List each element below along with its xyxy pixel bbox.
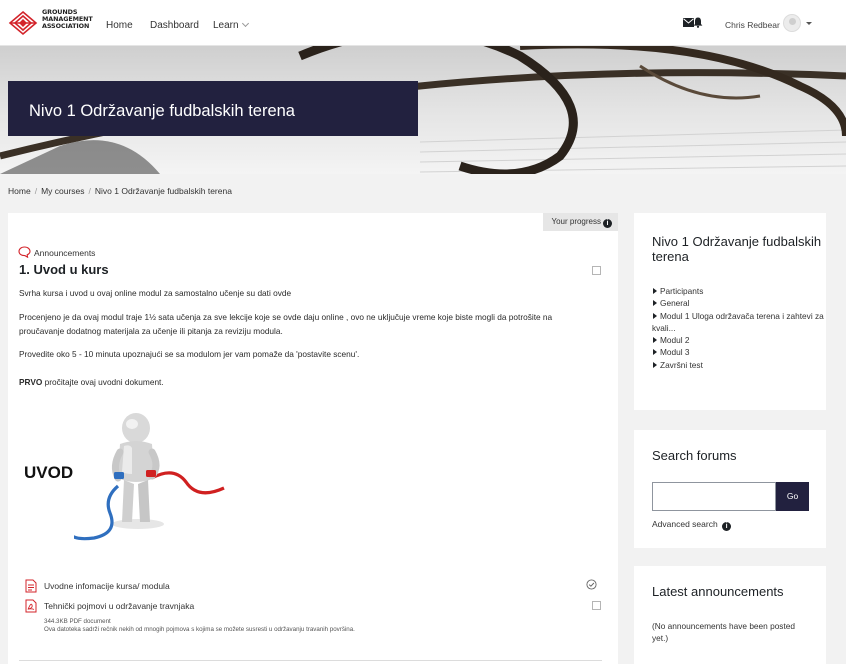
top-navbar: GROUNDS MANAGEMENT ASSOCIATION Home Dash… (0, 0, 846, 46)
intro-paragraph-1: Svrha kursa i uvod u ovaj online modul z… (19, 288, 292, 298)
go-button[interactable]: Go (776, 482, 809, 511)
activity-checkbox[interactable] (592, 601, 601, 610)
course-navigation-block: Nivo 1 Održavanje fudbalskih terena Part… (634, 213, 826, 410)
logo-text: GROUNDS MANAGEMENT ASSOCIATION (42, 8, 93, 31)
intro-paragraph-4: PRVO pročitajte ovaj uvodni dokument. (19, 375, 599, 389)
info-icon[interactable]: i (722, 522, 732, 531)
course-title-banner: Nivo 1 Održavanje fudbalskih terena (8, 81, 418, 136)
uvod-figure-image (74, 413, 225, 541)
divider (19, 660, 602, 661)
tree-item-final-test[interactable]: Završni test (652, 359, 824, 371)
search-input[interactable] (652, 482, 776, 511)
document-icon (25, 579, 37, 593)
intro-paragraph-2: Procenjeno je da ovaj modul traje 1½ sat… (19, 312, 553, 336)
bell-icon[interactable] (693, 17, 703, 28)
uvod-label: UVOD (24, 463, 74, 482)
no-announcements-text: (No announcements have been posted yet.) (652, 621, 795, 643)
course-content: Your progress i Announcements 1. Uvod u k… (8, 213, 618, 664)
breadcrumb: Home / My courses / Nivo 1 Održavanje fudbal… (8, 186, 232, 196)
section-checkbox[interactable] (592, 266, 601, 275)
first-rest-text: pročitajte ovaj uvodni dokument. (42, 377, 164, 387)
intro-paragraph-3: Provedite oko 5 - 10 minuta upoznajući s… (19, 349, 360, 359)
tree-item-modul-2[interactable]: Modul 2 (652, 334, 824, 346)
latest-announcements-block: Latest announcements (No announcements h… (634, 566, 826, 664)
section-title: 1. Uvod u kurs (19, 262, 109, 277)
file-meta: 344.3KB PDF document Ova datoteka sadrži… (44, 618, 355, 634)
tree-item-participants[interactable]: Participants (652, 285, 824, 297)
nav-home-link[interactable]: Home (106, 20, 133, 31)
nav-learn-label: Learn (213, 20, 239, 31)
search-forums-title: Search forums (652, 448, 737, 463)
announcements-label: Announcements (34, 248, 96, 258)
advanced-search-link[interactable]: Advanced search i (652, 519, 732, 531)
course-block-title: Nivo 1 Održavanje fudbalskih terena (652, 234, 822, 264)
file-size-type: 344.3KB PDF document (44, 618, 111, 625)
course-tree: Participants General Modul 1 Uloga održa… (652, 285, 824, 371)
page-title: Nivo 1 Održavanje fudbalskih terena (29, 102, 295, 120)
info-icon[interactable]: i (603, 219, 612, 228)
logo-mark-icon (8, 10, 38, 36)
chevron-down-icon (241, 19, 249, 28)
breadcrumb-home[interactable]: Home (8, 186, 31, 196)
site-logo[interactable]: GROUNDS MANAGEMENT ASSOCIATION (8, 8, 93, 40)
latest-announcements-title: Latest announcements (652, 584, 784, 599)
nav-dashboard-link[interactable]: Dashboard (150, 20, 199, 31)
tree-item-modul-1[interactable]: Modul 1 Uloga održavača terena i zahtevi… (652, 310, 824, 335)
pdf-icon (25, 599, 37, 613)
breadcrumb-course[interactable]: Nivo 1 Održavanje fudbalskih terena (95, 186, 232, 196)
progress-label: Your progress (551, 217, 601, 226)
breadcrumb-my-courses[interactable]: My courses (41, 186, 84, 196)
completion-done-icon[interactable] (586, 579, 597, 590)
caret-down-icon[interactable] (806, 22, 812, 25)
user-name[interactable]: Chris Redbear (725, 20, 780, 30)
tree-item-modul-3[interactable]: Modul 3 (652, 346, 824, 358)
activity-label: Uvodne infomacije kursa/ modula (44, 581, 170, 591)
course-header-image: Nivo 1 Održavanje fudbalskih terena (0, 46, 846, 174)
advanced-search-label: Advanced search (652, 519, 718, 529)
chat-bubble-icon (18, 246, 31, 258)
avatar[interactable] (783, 14, 801, 32)
file-description: Ova datoteka sadrži rečnik nekih od mnog… (44, 626, 355, 633)
nav-learn-dropdown[interactable]: Learn (213, 19, 249, 31)
tree-item-general[interactable]: General (652, 297, 824, 309)
activity-label: Tehnički pojmovi u održavanje travnjaka (44, 601, 195, 611)
search-forums-block: Search forums Go Advanced search i (634, 430, 826, 548)
your-progress-tag: Your progress i (543, 213, 618, 231)
first-bold-text: PRVO (19, 377, 43, 387)
